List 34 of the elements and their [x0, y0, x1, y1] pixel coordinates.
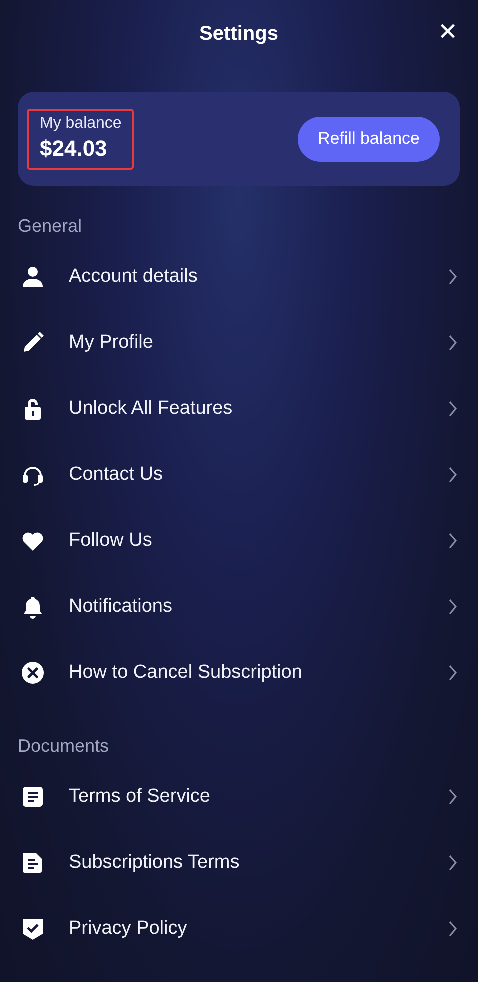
chevron-icon	[448, 400, 458, 418]
chevron-icon	[448, 466, 458, 484]
pencil-icon	[21, 331, 45, 355]
balance-label: My balance	[40, 114, 122, 132]
close-button[interactable]: ✕	[436, 16, 460, 48]
menu-item[interactable]: Terms of Service	[18, 764, 460, 830]
chevron-icon	[448, 334, 458, 352]
person-icon	[21, 265, 45, 289]
cancel-icon	[21, 661, 45, 685]
chevron-icon	[448, 532, 458, 550]
menu-item[interactable]: Account details	[18, 244, 460, 310]
refill-button[interactable]: Refill balance	[298, 116, 440, 162]
menu-item[interactable]: Privacy Policy	[18, 896, 460, 962]
chevron-icon	[448, 920, 458, 938]
menu-item[interactable]: My Profile	[18, 310, 460, 376]
document-icon	[21, 785, 45, 809]
chevron-icon	[448, 598, 458, 616]
menu-item[interactable]: Unlock All Features	[18, 376, 460, 442]
menu-item[interactable]: Contact Us	[18, 442, 460, 508]
menu-item[interactable]: Subscriptions Terms	[18, 830, 460, 896]
menu-item[interactable]: Follow Us	[18, 508, 460, 574]
chevron-icon	[448, 788, 458, 806]
chevron-icon	[448, 664, 458, 682]
chevron-icon	[448, 854, 458, 872]
screen-title: Settings	[200, 22, 278, 46]
document-icon	[21, 851, 45, 875]
shield-check-icon	[21, 917, 45, 941]
menu-item[interactable]: How to Cancel Subscription	[18, 640, 460, 706]
balance-amount: $24.03	[40, 136, 108, 162]
section-heading: General	[18, 216, 84, 238]
chevron-icon	[448, 268, 458, 286]
section-heading: Documents	[18, 736, 110, 758]
bell-icon	[21, 595, 45, 619]
menu-item[interactable]: Notifications	[18, 574, 460, 640]
